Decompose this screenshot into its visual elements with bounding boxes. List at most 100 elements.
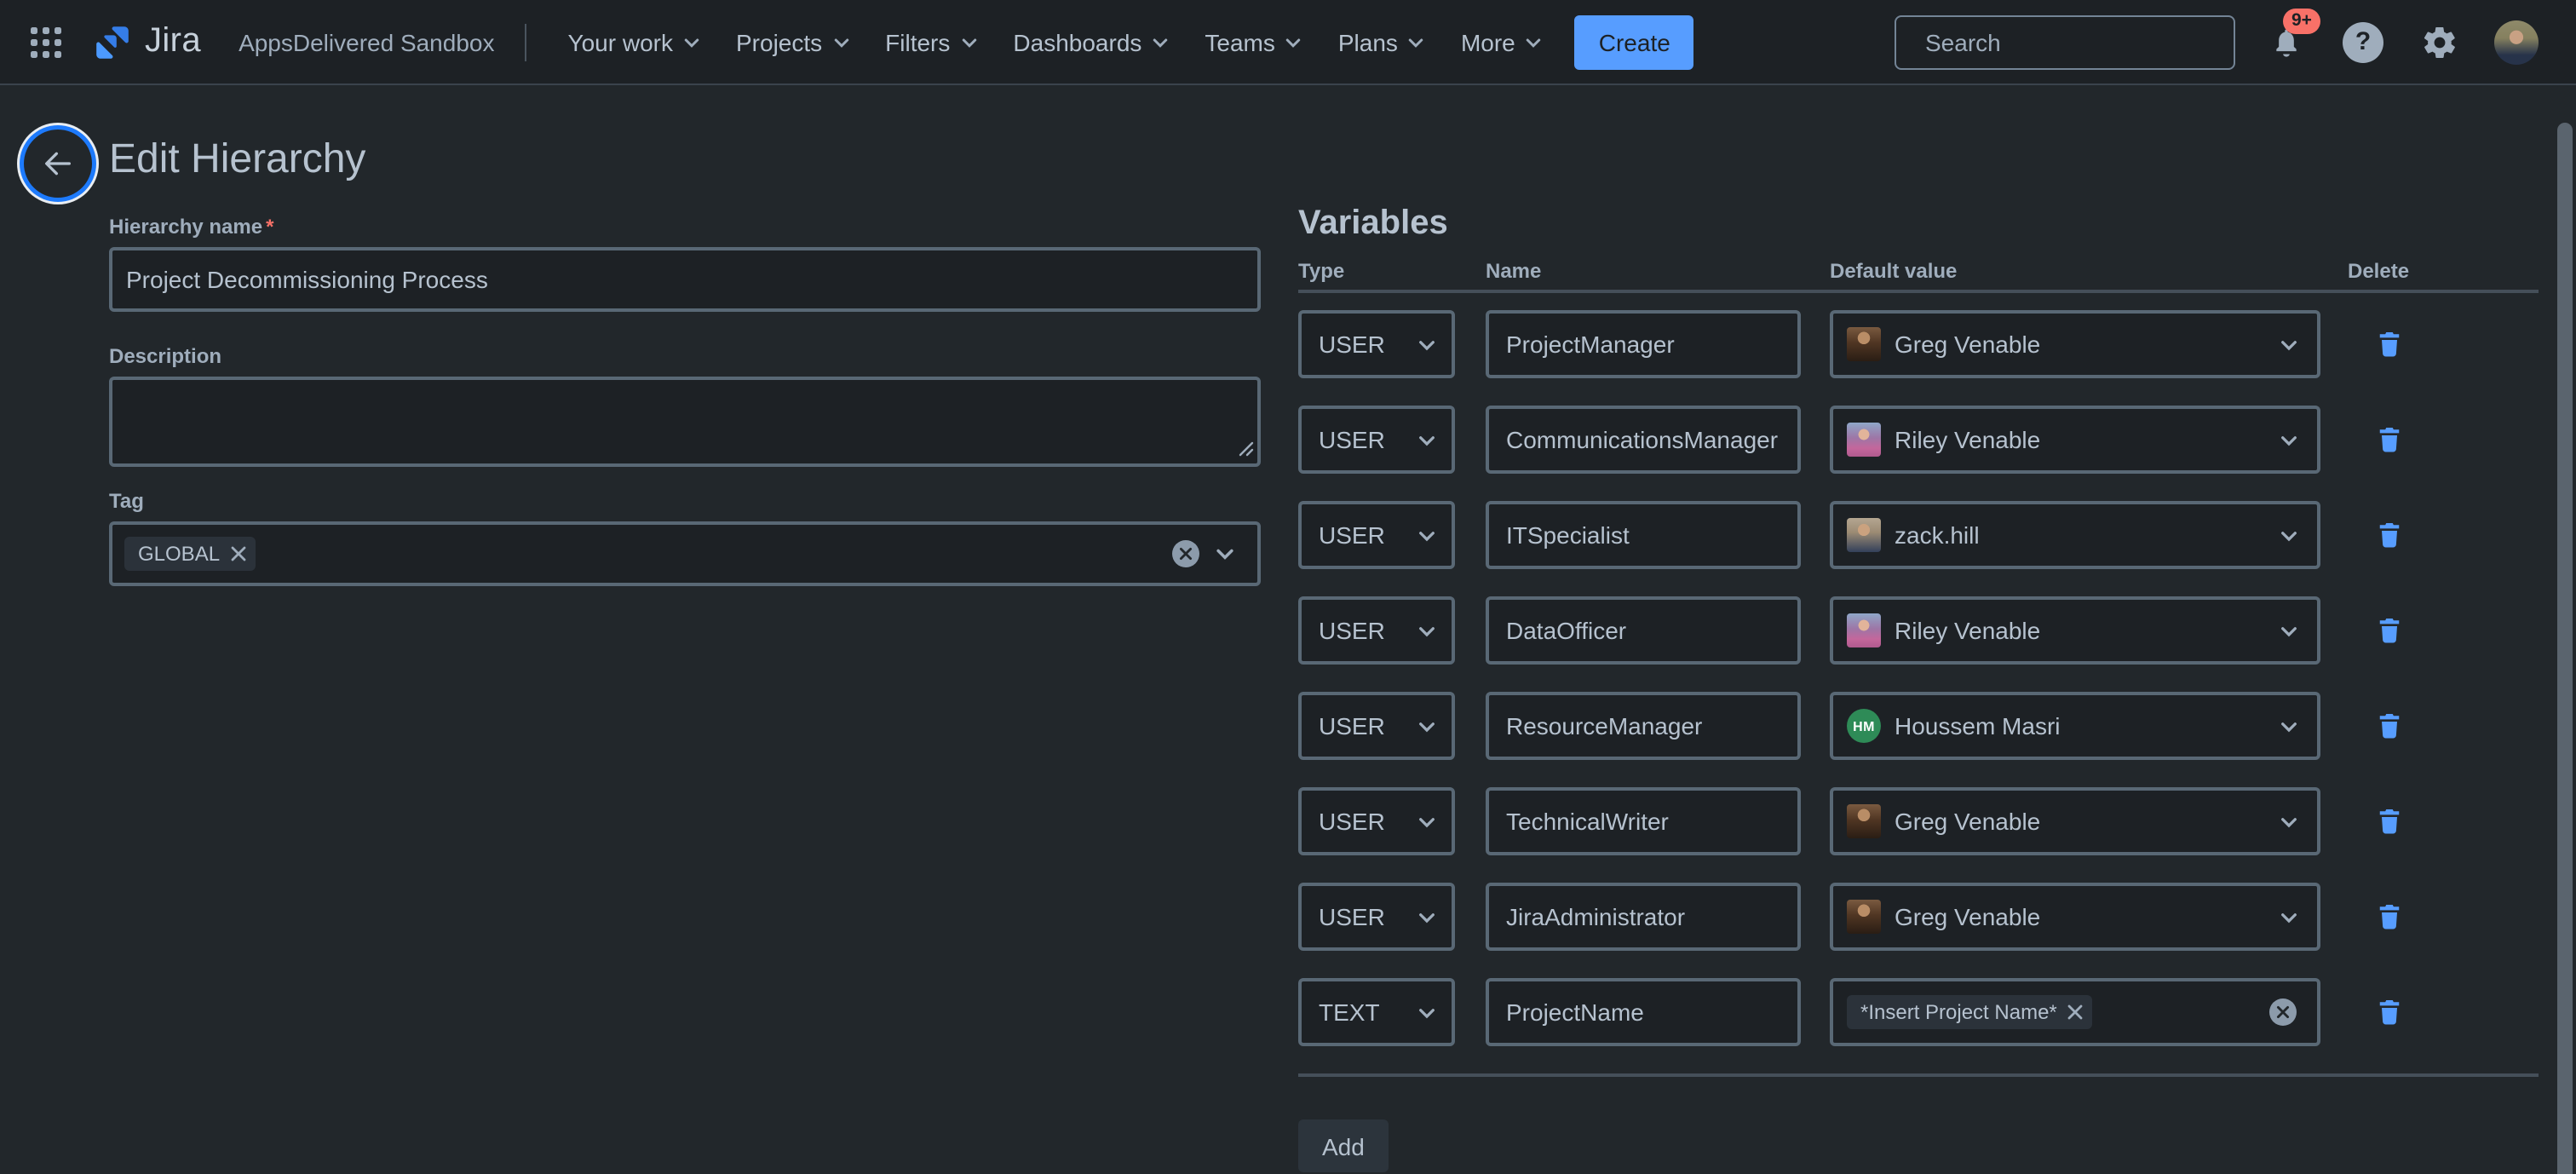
variable-name-input[interactable]	[1486, 596, 1801, 665]
variables-title: Variables	[1298, 204, 2539, 244]
variable-type-select[interactable]: USER	[1298, 596, 1455, 665]
variable-name-input[interactable]	[1486, 310, 1801, 378]
variable-type-select[interactable]: USER	[1298, 883, 1455, 951]
variable-type-select[interactable]: USER	[1298, 692, 1455, 760]
user-avatar	[1847, 518, 1881, 552]
variable-type-select[interactable]: TEXT	[1298, 978, 1455, 1046]
trash-icon	[2376, 521, 2401, 549]
user-avatar	[1847, 327, 1881, 361]
notifications-button[interactable]: 9+	[2261, 16, 2312, 67]
add-variable-button[interactable]: Add	[1298, 1119, 1389, 1172]
variable-name-input[interactable]	[1486, 978, 1801, 1046]
variable-type-select[interactable]: USER	[1298, 406, 1455, 474]
nav-item-plans[interactable]: Plans	[1321, 18, 1444, 66]
page-title: Edit Hierarchy	[109, 136, 365, 184]
variable-default-select[interactable]: zack.hill	[1830, 501, 2320, 569]
chevron-down-icon	[958, 32, 979, 52]
tag-select[interactable]: GLOBAL	[109, 521, 1261, 586]
variable-type-select[interactable]: USER	[1298, 501, 1455, 569]
variable-row: USER HM Houssem Masri	[1298, 692, 2539, 760]
site-name: AppsDelivered Sandbox	[239, 28, 494, 55]
variable-default-select[interactable]: Riley Venable	[1830, 406, 2320, 474]
clear-select-icon[interactable]	[2269, 998, 2297, 1026]
jira-logo-icon	[92, 21, 133, 62]
app-switcher-button[interactable]	[20, 16, 72, 67]
description-label: Description	[109, 344, 1261, 368]
hierarchy-name-input[interactable]	[109, 247, 1261, 312]
help-icon: ?	[2343, 21, 2383, 62]
chevron-down-icon[interactable]	[1213, 542, 1237, 566]
user-avatar	[1847, 613, 1881, 647]
chevron-down-icon	[1416, 333, 1438, 355]
tag-label: Tag	[109, 489, 1261, 513]
variable-name-input[interactable]	[1486, 692, 1801, 760]
variable-type-select[interactable]: USER	[1298, 787, 1455, 855]
variable-default-select[interactable]: Riley Venable	[1830, 596, 2320, 665]
delete-variable-button[interactable]	[2368, 515, 2409, 555]
delete-variable-button[interactable]	[2368, 610, 2409, 651]
delete-variable-button[interactable]	[2368, 992, 2409, 1033]
app-window: Jira AppsDelivered Sandbox Your work Pro…	[0, 0, 2576, 1174]
column-header-type: Type	[1298, 259, 1486, 283]
variable-row: USER Riley Venable	[1298, 596, 2539, 665]
delete-variable-button[interactable]	[2368, 324, 2409, 365]
vertical-scrollbar[interactable]	[2557, 123, 2573, 1174]
arrow-left-icon	[41, 147, 75, 181]
global-search[interactable]	[1895, 14, 2235, 69]
chevron-down-icon	[2278, 906, 2300, 928]
nav-item-more[interactable]: More	[1444, 18, 1561, 66]
chevron-down-icon	[2278, 619, 2300, 642]
trash-icon	[2376, 617, 2401, 644]
variable-name-input[interactable]	[1486, 787, 1801, 855]
delete-variable-button[interactable]	[2368, 705, 2409, 746]
nav-item-filters[interactable]: Filters	[868, 18, 996, 66]
search-input[interactable]	[1922, 26, 2237, 57]
clear-select-icon[interactable]	[1172, 540, 1199, 567]
profile-button[interactable]	[2491, 16, 2542, 67]
delete-variable-button[interactable]	[2368, 801, 2409, 842]
chevron-down-icon	[1416, 429, 1438, 451]
column-header-delete: Delete	[2348, 259, 2409, 283]
create-button[interactable]: Create	[1575, 14, 1694, 69]
delete-variable-button[interactable]	[2368, 419, 2409, 460]
back-button[interactable]	[24, 129, 92, 198]
settings-button[interactable]	[2414, 16, 2465, 67]
jira-logo[interactable]: Jira	[92, 21, 201, 62]
variable-name-input[interactable]	[1486, 406, 1801, 474]
remove-value-icon[interactable]	[2067, 1004, 2084, 1021]
nav-item-dashboards[interactable]: Dashboards	[996, 18, 1187, 66]
top-navigation-bar: Jira AppsDelivered Sandbox Your work Pro…	[0, 0, 2576, 85]
variables-section: Variables Type Name Default value Delete…	[1298, 204, 2539, 1172]
gear-icon	[2421, 23, 2458, 60]
help-button[interactable]: ?	[2337, 16, 2389, 67]
chevron-down-icon	[2278, 524, 2300, 546]
nav-item-your-work[interactable]: Your work	[551, 18, 720, 66]
variables-column-headers: Type Name Default value Delete	[1298, 259, 2539, 283]
variable-default-select[interactable]: Greg Venable	[1830, 883, 2320, 951]
variable-name-input[interactable]	[1486, 501, 1801, 569]
nav-item-projects[interactable]: Projects	[719, 18, 868, 66]
nav-divider	[526, 23, 527, 60]
variable-default-multiselect[interactable]: *Insert Project Name*	[1830, 978, 2320, 1046]
variable-name-input[interactable]	[1486, 883, 1801, 951]
variable-default-select[interactable]: Greg Venable	[1830, 787, 2320, 855]
variable-row: USER Greg Venable	[1298, 787, 2539, 855]
variable-default-select[interactable]: HM Houssem Masri	[1830, 692, 2320, 760]
delete-variable-button[interactable]	[2368, 896, 2409, 937]
description-textarea[interactable]	[109, 377, 1261, 467]
trash-icon	[2376, 998, 2401, 1026]
default-value-chip: *Insert Project Name*	[1847, 995, 2093, 1029]
variable-default-select[interactable]: Greg Venable	[1830, 310, 2320, 378]
variable-type-select[interactable]: USER	[1298, 310, 1455, 378]
user-avatar	[1847, 900, 1881, 934]
remove-tag-icon[interactable]	[230, 545, 247, 562]
chevron-down-icon	[1416, 715, 1438, 737]
required-asterisk: *	[266, 215, 273, 239]
variable-row: TEXT *Insert Project Name*	[1298, 978, 2539, 1046]
apps-grid-icon	[31, 26, 61, 57]
variable-row: USER Greg Venable	[1298, 310, 2539, 378]
description-field-wrap	[109, 377, 1261, 467]
jira-logo-text: Jira	[145, 22, 201, 61]
chevron-down-icon	[1416, 810, 1438, 832]
nav-item-teams[interactable]: Teams	[1187, 18, 1320, 66]
